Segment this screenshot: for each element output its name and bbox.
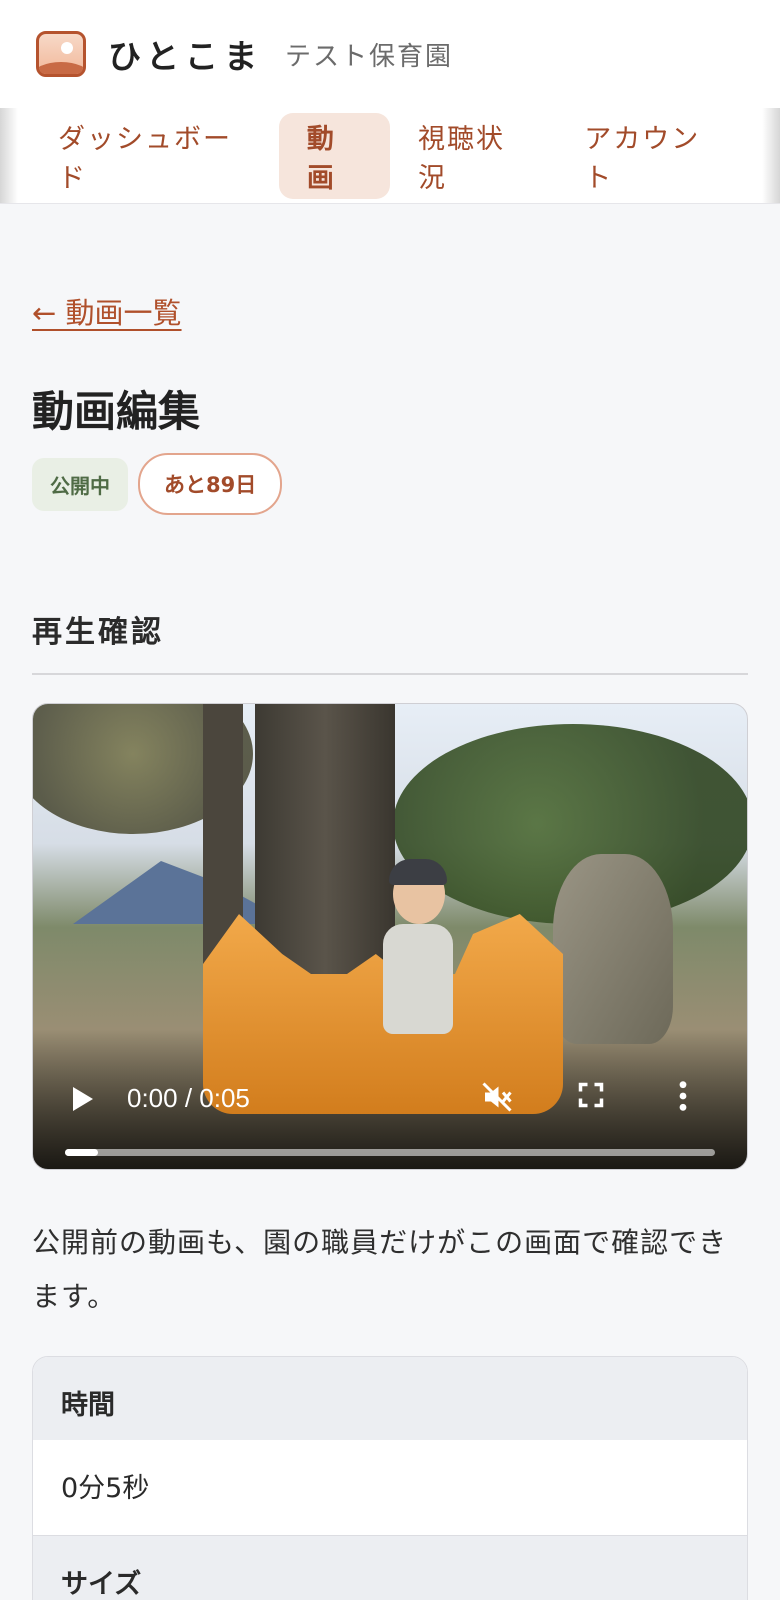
page-title: 動画編集: [32, 387, 201, 436]
main-content: ← 動画一覧 動画編集 公開中 あと89日 再生確認 0:00 / 0:05 公…: [0, 204, 780, 1600]
video-player[interactable]: 0:00 / 0:05: [32, 703, 748, 1170]
logo-hill: [39, 62, 83, 74]
days-remaining-badge: あと89日: [138, 453, 283, 515]
brand-name: ひとこま: [108, 37, 264, 76]
tab-dashboard[interactable]: ダッシュボード: [30, 113, 279, 199]
photo-icon: [36, 31, 86, 77]
video-progress-fill: [65, 1149, 98, 1156]
section-title: 再生確認: [32, 607, 748, 675]
status-badge: 公開中: [32, 457, 128, 511]
info-label-duration: 時間: [33, 1357, 747, 1440]
info-value-duration: 0分5秒: [33, 1440, 747, 1536]
video-info-table: 時間 0分5秒 サイズ: [32, 1356, 748, 1600]
tab-account[interactable]: アカウント: [556, 113, 750, 199]
video-progress-bar[interactable]: [65, 1149, 715, 1156]
main-nav: ダッシュボード 動画 視聴状況 アカウント: [0, 108, 780, 204]
back-to-video-list-link[interactable]: ← 動画一覧: [32, 290, 182, 332]
status-badges: 公開中 あと89日: [32, 453, 748, 515]
organization-name: テスト保育園: [285, 41, 454, 72]
more-vert-icon[interactable]: [673, 1079, 693, 1113]
info-label-size: サイズ: [33, 1536, 747, 1600]
video-frame-child-body: [383, 924, 453, 1034]
logo-sun: [61, 42, 73, 54]
tab-videos[interactable]: 動画: [278, 112, 390, 199]
app-header: ひとこま テスト保育園: [0, 0, 780, 108]
tab-viewing-status[interactable]: 視聴状況: [390, 113, 556, 199]
video-controls: 0:00 / 0:05: [33, 1049, 747, 1169]
play-icon[interactable]: [73, 1087, 93, 1111]
video-frame-child-cap: [389, 859, 447, 885]
video-frame-rock: [553, 854, 673, 1044]
video-time: 0:00 / 0:05: [127, 1083, 250, 1113]
preview-note: 公開前の動画も、園の職員だけがこの画面で確認できます。: [32, 1226, 728, 1313]
fullscreen-icon[interactable]: [577, 1081, 605, 1109]
muted-icon[interactable]: [479, 1079, 515, 1115]
